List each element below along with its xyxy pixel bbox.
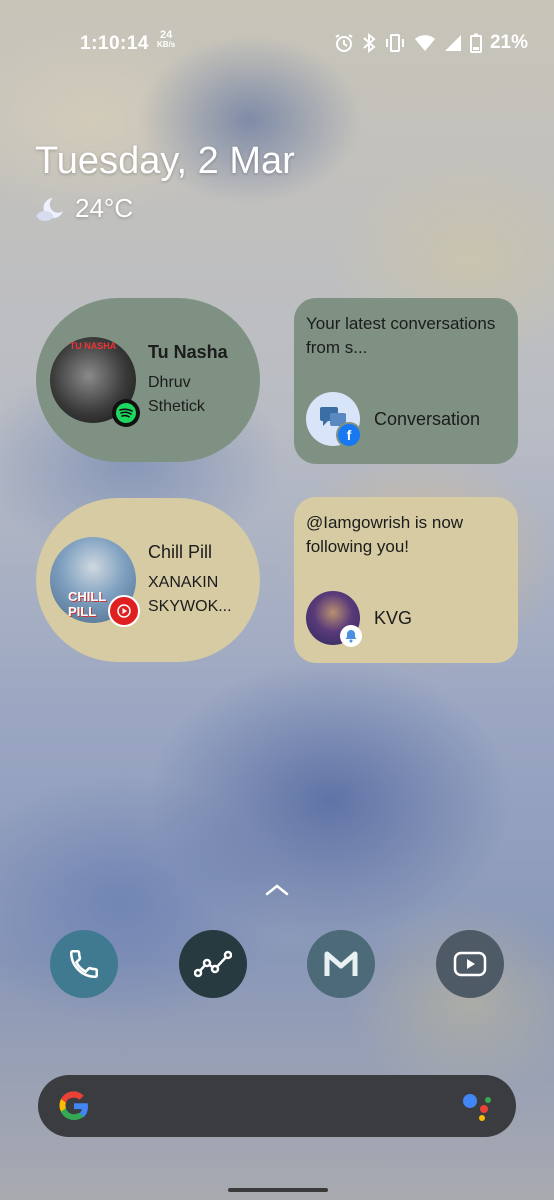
song-title: Tu Nasha [148, 341, 228, 362]
temperature: 24°C [75, 193, 134, 223]
youtube-app-icon[interactable] [435, 930, 504, 998]
song-title: Chill Pill [148, 541, 213, 562]
conversation-message: Your latest conversations from s... [306, 314, 496, 357]
net-speed-value: 24 [159, 29, 173, 41]
profile-avatar [306, 591, 362, 647]
net-speed-unit: KB/s [157, 40, 176, 49]
artist-line-1: XANAKIN [148, 573, 219, 591]
dock [50, 930, 504, 998]
date-text[interactable]: Tuesday, 2 Mar [35, 140, 295, 183]
conversation-avatar: f [306, 392, 362, 448]
weather[interactable]: 24°C [35, 193, 133, 224]
notification-bell-icon [340, 625, 362, 647]
spotify-icon [112, 399, 140, 427]
status-icons: 21% [334, 32, 528, 54]
artist-line-1: Dhruv [148, 373, 191, 391]
gesture-nav-handle[interactable] [228, 1188, 328, 1192]
google-search-bar[interactable] [38, 1075, 516, 1137]
signal-icon [444, 35, 461, 51]
album-art-title-graphic: TU NASHA [69, 341, 117, 351]
album-art: CHILL PILL [50, 537, 140, 627]
follow-message-line-1: @Iamgowrish is now [306, 513, 464, 532]
alarm-icon [335, 34, 353, 52]
network-speed: 24 KB/s [157, 30, 175, 50]
bluetooth-icon [363, 33, 376, 53]
follow-message-line-2: following you! [306, 537, 410, 556]
artist-line-2: Sthetick [148, 397, 205, 415]
conversation-label: Conversation [374, 408, 481, 429]
music-widget-chill-pill[interactable]: CHILL PILL Chill Pill XANAKIN SKYWOK... [36, 498, 260, 662]
album-art: TU NASHA [50, 337, 140, 427]
follow-label: KVG [374, 607, 413, 628]
app-drawer-arrow-icon[interactable] [265, 882, 289, 896]
facebook-icon: f [336, 422, 362, 448]
conversation-widget[interactable]: Your latest conversations from s... f Co… [294, 298, 518, 464]
vibrate-icon [385, 34, 404, 52]
google-logo-icon[interactable] [56, 1088, 92, 1124]
google-assistant-icon[interactable] [462, 1091, 494, 1121]
wifi-icon [414, 35, 435, 51]
artist-line-2: SKYWOK... [148, 597, 232, 615]
battery-percent: 21% [489, 32, 528, 53]
battery-icon [469, 33, 482, 53]
follow-notification-widget[interactable]: @Iamgowrish is now following you! KVG [294, 497, 518, 663]
phone-app-icon[interactable] [50, 930, 118, 998]
youtube-music-icon [108, 595, 140, 627]
status-bar: 1:10:14 24 KB/s 21% [0, 0, 554, 90]
clock: 1:10:14 [80, 33, 149, 54]
gmail-go-app-icon[interactable] [307, 930, 376, 998]
music-widget-tu-nasha[interactable]: TU NASHA Tu Nasha Dhruv Sthetick [36, 298, 260, 462]
moon-cloud-icon [37, 197, 63, 221]
analytics-app-icon[interactable] [178, 930, 247, 998]
